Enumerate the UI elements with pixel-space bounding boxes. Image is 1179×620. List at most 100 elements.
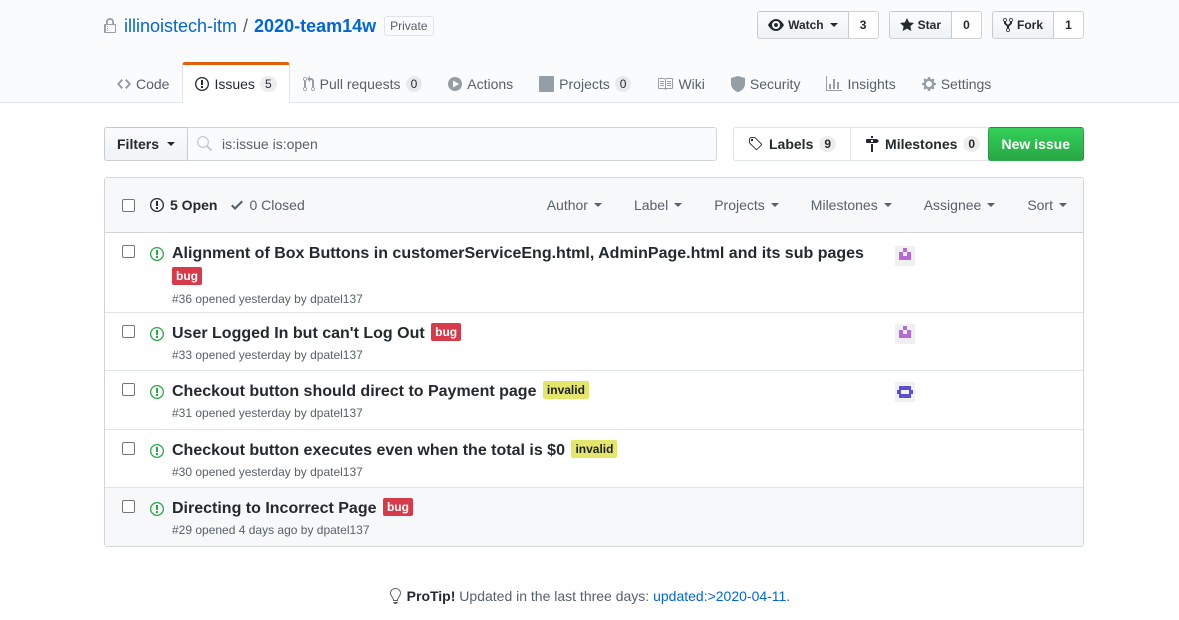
repo-forked-icon: [1002, 17, 1013, 33]
issue-title-link[interactable]: Directing to Incorrect Page: [172, 500, 377, 517]
watch-count[interactable]: 3: [848, 11, 879, 39]
label-filter-label: Label: [633, 197, 669, 213]
tab-actions[interactable]: Actions: [435, 62, 526, 103]
assignee-filter[interactable]: Assignee: [924, 197, 996, 213]
issue-checkbox[interactable]: [122, 442, 135, 455]
issue-states: 5 Open 0 Closed: [150, 197, 305, 213]
tab-insights-label: Insights: [847, 75, 896, 92]
protip-search-link[interactable]: updated:>2020-04-11: [653, 588, 786, 604]
issue-row: Checkout button executes even when the t…: [105, 430, 1083, 488]
filters-button[interactable]: Filters: [104, 127, 189, 161]
milestones-filter-label: Milestones: [810, 197, 878, 213]
issue-label-invalid[interactable]: invalid: [571, 440, 618, 458]
tab-issues[interactable]: Issues 5: [182, 62, 290, 103]
avatar[interactable]: [895, 246, 915, 266]
milestones-counter: 0: [963, 136, 981, 152]
search-box: [188, 127, 717, 161]
issue-label-bug[interactable]: bug: [172, 267, 202, 285]
eye-icon: [768, 19, 785, 31]
chevron-down-icon: [987, 203, 996, 207]
issue-title-link[interactable]: Alignment of Box Buttons in customerServ…: [172, 245, 864, 262]
search-input[interactable]: [220, 135, 688, 153]
new-issue-button[interactable]: New issue: [987, 127, 1084, 161]
issues-list: 5 Open 0 Closed Author Label Projects Mi…: [104, 177, 1084, 547]
issue-meta: #29 opened 4 days ago by dpatel137: [172, 523, 370, 537]
labels-link[interactable]: Labels 9: [733, 127, 852, 161]
label-filter[interactable]: Label: [633, 197, 683, 213]
search-icon: [197, 136, 213, 151]
projects-filter[interactable]: Projects: [714, 197, 779, 213]
chevron-down-icon: [829, 23, 838, 27]
issue-main: Checkout button should direct to Payment…: [172, 371, 872, 427]
tag-icon: [749, 137, 763, 151]
tab-actions-label: Actions: [467, 75, 514, 92]
tab-security[interactable]: Security: [718, 62, 814, 103]
issue-title-block: Checkout button executes even when the t…: [172, 439, 872, 463]
issues-list-header: 5 Open 0 Closed Author Label Projects Mi…: [105, 178, 1083, 233]
star-count[interactable]: 0: [951, 11, 982, 39]
chevron-down-icon: [883, 203, 892, 207]
issue-title-link[interactable]: Checkout button executes even when the t…: [172, 442, 565, 459]
avatar[interactable]: [895, 324, 915, 344]
code-icon: [117, 78, 131, 89]
tab-pull-requests[interactable]: Pull requests 0: [290, 62, 436, 103]
tab-projects[interactable]: Projects 0: [526, 62, 644, 103]
issue-title-link[interactable]: Checkout button should direct to Payment…: [172, 383, 536, 400]
protip-label: ProTip!: [406, 588, 456, 604]
chevron-down-icon: [674, 203, 683, 207]
issue-row: Directing to Incorrect Page bug #29 open…: [105, 488, 1083, 546]
issue-row: Checkout button should direct to Payment…: [105, 371, 1083, 430]
issue-checkbox[interactable]: [122, 383, 135, 396]
protip: ProTip! Updated in the last three days: …: [0, 588, 1179, 604]
fork-count[interactable]: 1: [1054, 11, 1084, 39]
book-icon: [658, 77, 674, 90]
fork-button[interactable]: Fork: [991, 11, 1054, 39]
watch-button[interactable]: Watch: [757, 11, 849, 39]
git-pull-request-icon: [302, 75, 315, 91]
issue-label-invalid[interactable]: invalid: [542, 381, 589, 399]
issue-meta: #33 opened yesterday by dpatel137: [172, 348, 363, 362]
closed-issues-link[interactable]: 0 Closed: [231, 197, 305, 213]
fork-group: Fork 1: [991, 11, 1084, 39]
light-bulb-icon: [389, 588, 401, 604]
issue-label-bug[interactable]: bug: [382, 498, 413, 516]
issue-checkbox[interactable]: [122, 325, 135, 338]
tab-pull-requests-label: Pull requests: [319, 75, 401, 92]
issue-opened-icon: [195, 76, 210, 91]
issue-checkbox[interactable]: [122, 500, 135, 513]
repo-tabs: Code Issues 5 Pull requests 0 Actions Pr…: [104, 62, 1004, 103]
closed-count-label: 0 Closed: [249, 197, 305, 213]
issue-opened-icon: [150, 247, 164, 261]
labels-milestones-links: Labels 9 Milestones 0: [733, 127, 996, 161]
tab-wiki-label: Wiki: [678, 75, 705, 92]
tab-code[interactable]: Code: [104, 62, 182, 103]
issue-checkbox[interactable]: [122, 245, 135, 258]
avatar[interactable]: [895, 382, 915, 402]
tab-wiki[interactable]: Wiki: [644, 62, 717, 103]
play-icon: [448, 76, 463, 91]
repo-title: illinoistech-itm / 2020-team14w Private: [104, 16, 434, 37]
repo-owner-link[interactable]: illinoistech-itm: [124, 16, 237, 37]
issue-main: Alignment of Box Buttons in customerServ…: [172, 233, 872, 313]
open-issues-link[interactable]: 5 Open: [150, 197, 217, 213]
tab-settings[interactable]: Settings: [909, 62, 1005, 103]
milestones-filter[interactable]: Milestones: [811, 197, 892, 213]
sort-filter[interactable]: Sort: [1027, 197, 1067, 213]
select-all-checkbox[interactable]: [122, 198, 135, 212]
issues-counter: 5: [259, 75, 277, 92]
star-button[interactable]: Star: [888, 11, 952, 39]
tab-code-label: Code: [136, 75, 170, 92]
chevron-down-icon: [593, 203, 602, 207]
milestones-link[interactable]: Milestones 0: [851, 127, 996, 161]
issue-title-link[interactable]: User Logged In but can't Log Out: [172, 325, 425, 342]
tab-insights[interactable]: Insights: [813, 62, 908, 103]
author-filter[interactable]: Author: [547, 197, 602, 213]
issue-title-block: Directing to Incorrect Page bug: [172, 497, 872, 521]
repo-name-link[interactable]: 2020-team14w: [254, 16, 376, 37]
milestones-label: Milestones: [885, 136, 958, 152]
issue-label-bug[interactable]: bug: [431, 323, 462, 341]
projects-counter: 0: [614, 75, 632, 92]
issue-main: User Logged In but can't Log Out bug #33…: [172, 313, 872, 369]
project-icon: [539, 75, 555, 92]
issue-meta: #36 opened yesterday by dpatel137: [172, 292, 363, 306]
